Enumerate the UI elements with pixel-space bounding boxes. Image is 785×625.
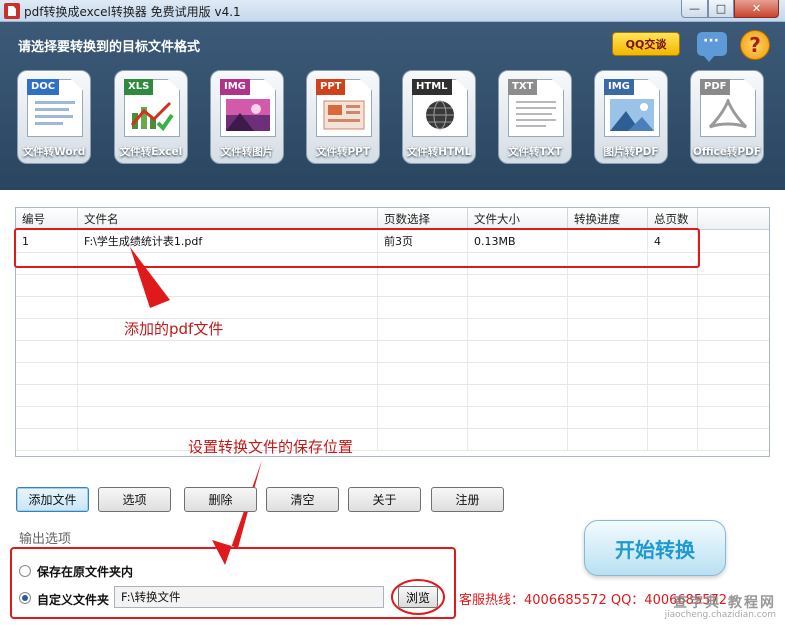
table-row [16,275,769,297]
custom-folder-label[interactable]: 自定义文件夹 [37,591,109,608]
format-label: 文件转Excel [119,146,183,158]
table-row [16,407,769,429]
format-tag: HTML [412,79,452,95]
column-header[interactable]: 文件名 [78,208,378,229]
clear-button[interactable]: 清空 [266,487,339,512]
help-icon[interactable]: ? [740,30,770,60]
format-tag: PPT [316,79,346,95]
column-header[interactable]: 文件大小 [468,208,568,229]
format-prompt: 请选择要转换到的目标文件格式 [18,40,201,55]
table-row [16,385,769,407]
highlight-box [14,228,700,268]
register-button[interactable]: 注册 [431,487,504,512]
format-tag: IMG [604,79,634,95]
format-toolbar: 请选择要转换到的目标文件格式 QQ交谈 ? DOC 文件转Word XLS 文件… [0,22,785,190]
maximize-button[interactable]: □ [708,0,734,18]
mountain-image-icon [610,99,654,131]
pdf-app-icon [4,3,20,19]
format-excel-button[interactable]: XLS 文件转Excel [114,70,188,164]
output-folder-input[interactable]: F:\转换文件 [114,586,384,608]
annotation-save-location: 设置转换文件的保存位置 [188,438,354,456]
table-row [16,297,769,319]
output-options-label: 输出选项 [19,532,72,547]
format-image-to-pdf-button[interactable]: IMG 图片转PDF [594,70,668,164]
format-label: 文件转图片 [220,146,274,158]
globe-icon [426,100,454,130]
format-word-button[interactable]: DOC 文件转Word [17,70,91,164]
format-label: 文件转Word [22,146,86,158]
add-file-button[interactable]: 添加文件 [16,487,89,512]
format-label: 文件转TXT [508,146,562,158]
format-image-button[interactable]: IMG 文件转图片 [210,70,284,164]
delete-button[interactable]: 删除 [184,487,257,512]
format-label: 文件转PPT [315,146,371,158]
format-tag: PDF [700,79,731,95]
options-button[interactable]: 选项 [98,487,171,512]
acrobat-icon [708,99,748,129]
window-title: pdf转换成excel转换器 免费试用版 v4.1 [24,5,241,19]
slides-icon [323,100,365,130]
format-tag: XLS [124,79,154,95]
table-row [16,341,769,363]
qq-chat-button[interactable]: QQ交谈 [612,32,680,56]
format-ppt-button[interactable]: PPT 文件转PPT [306,70,380,164]
format-html-button[interactable]: HTML 文件转HTML [402,70,476,164]
column-header[interactable]: 编号 [16,208,78,229]
column-header[interactable]: 总页数 [648,208,698,229]
arrow-to-save-options [212,460,262,565]
format-label: 文件转HTML [406,146,472,158]
format-tag: DOC [27,79,60,95]
annotation-added-file: 添加的pdf文件 [124,320,224,338]
format-label: 图片转PDF [603,146,659,158]
format-office-to-pdf-button[interactable]: PDF Office转PDF [690,70,764,164]
window-title-bar: pdf转换成excel转换器 免费试用版 v4.1 — □ ✕ [0,0,785,22]
format-tag: TXT [508,79,538,95]
table-row [16,429,769,451]
watermark-title: 查字典 教程网 [673,595,776,611]
start-convert-button[interactable]: 开始转换 [584,520,726,576]
table-header: 编号 文件名 页数选择 文件大小 转换进度 总页数 [16,208,769,230]
browse-button[interactable]: 浏览 [398,586,438,608]
column-header[interactable]: 页数选择 [378,208,468,229]
format-txt-button[interactable]: TXT 文件转TXT [498,70,572,164]
close-button[interactable]: ✕ [734,0,779,18]
landscape-photo-icon [226,99,270,131]
custom-folder-radio[interactable] [19,592,31,604]
about-button[interactable]: 关于 [348,487,421,512]
excel-chart-icon [130,101,174,131]
watermark-url: jiaocheng.chazidian.com [664,610,776,620]
table-row [16,363,769,385]
chat-bubble-icon[interactable] [697,32,727,62]
text-page-icon [516,101,556,127]
format-tag: IMG [220,79,250,95]
format-label: Office转PDF [692,146,762,158]
word-lines-icon [35,101,75,125]
column-header[interactable]: 转换进度 [568,208,648,229]
minimize-button[interactable]: — [681,0,708,18]
save-original-radio[interactable] [19,565,31,577]
site-watermark: 查字典 教程网 jiaocheng.chazidian.com [650,590,780,622]
save-original-label[interactable]: 保存在原文件夹内 [37,563,133,580]
